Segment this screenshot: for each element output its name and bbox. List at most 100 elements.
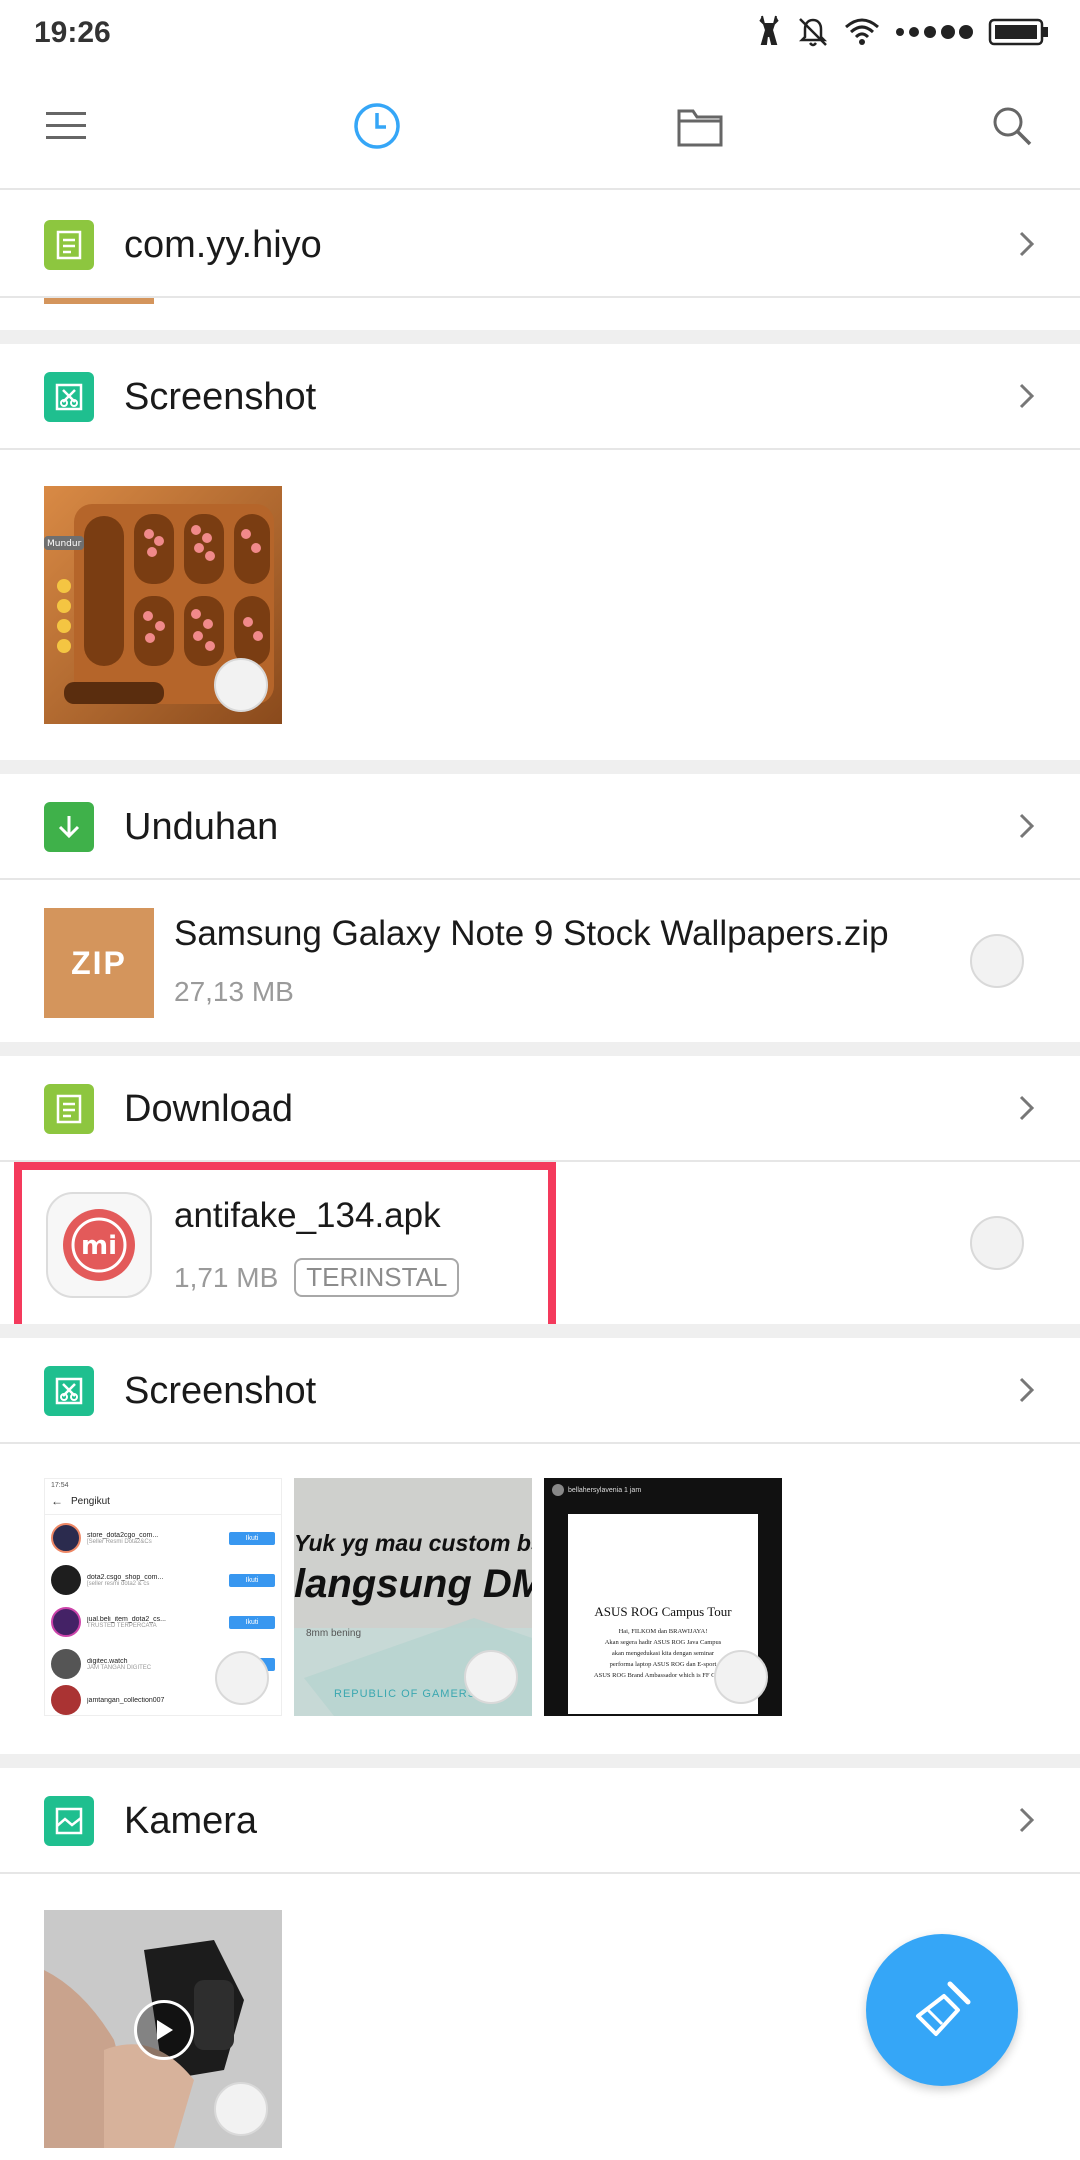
thumb-status-time: 17:54 [51,1482,69,1489]
video-thumbnail[interactable] [44,1910,282,2148]
section-gap [0,1042,1080,1056]
status-time: 19:26 [34,16,111,49]
select-toggle[interactable] [970,934,1024,988]
follow-name: dota2.csgo_shop_com... [87,1573,164,1581]
divider [0,1872,1080,1874]
signal-dots-icon [896,25,973,39]
apk-app-icon: mi [44,1190,154,1300]
search-button[interactable] [980,94,1044,158]
follow-row: store_dota2cgo_com... [Seller Resmi Dota2… [51,1517,275,1559]
section-title: Screenshot [124,1370,317,1412]
file-meta: 1,71 MB TERINSTAL [174,1258,460,1297]
chevron-right-icon [1019,1377,1035,1403]
play-button[interactable] [134,2000,194,2060]
follow-button: Ikuti [229,1615,275,1629]
follow-row: dota2.csgo_shop_com... [seller resmi dota… [51,1559,275,1601]
follow-sub: TRUSTED TERPERCAYA [87,1622,157,1629]
section-header-kamera[interactable]: Kamera [0,1768,1080,1874]
follow-sub: [Seller Resmi Dota2&Cs [87,1538,152,1545]
section-title: Download [124,1088,293,1130]
section-title: Unduhan [124,806,279,848]
follow-button: Ikuti [229,1531,275,1545]
divider [0,448,1080,450]
apk-icon-label: mi [81,1231,117,1261]
search-icon [993,107,1032,146]
select-toggle[interactable] [214,658,268,712]
avatar [51,1685,81,1715]
screenshot-thumbnail[interactable]: Yuk yg mau custom bsa langsung DM 8mm be… [294,1478,532,1716]
chevron-right-icon [1019,383,1035,409]
section-gap [0,760,1080,774]
download-arrow-icon [44,802,94,852]
thumb-title: Pengikut [71,1495,110,1507]
chevron-right-icon [1019,1807,1035,1833]
status-bar: 19:26 [0,0,1080,66]
section-header-com-yy-hiyo[interactable]: com.yy.hiyo [0,192,1080,298]
file-size: 27,13 MB [174,976,294,1007]
section-title: com.yy.hiyo [124,224,322,266]
divider [0,296,1080,298]
select-toggle[interactable] [714,1650,768,1704]
scissors-icon [44,1366,94,1416]
deer-icon [759,15,779,45]
section-header-screenshot-2[interactable]: Screenshot [0,1338,1080,1444]
file-name: antifake_134.apk [174,1196,441,1235]
clean-up-fab[interactable] [866,1934,1018,2086]
section-gap [0,1754,1080,1768]
zip-file-icon: ZIP [44,908,154,1018]
chevron-right-icon [1019,1095,1035,1121]
poster-line: Hai, FILKOM dan BRAWIJAYA! [618,1628,708,1635]
document-icon [44,1084,94,1134]
recent-tab[interactable] [345,94,409,158]
screenshot-thumbnail[interactable]: 17:54 ← Pengikut store_dota2cgo_com... [S… [44,1478,282,1716]
select-toggle[interactable] [214,2082,268,2136]
section-header-download[interactable]: Download [0,1056,1080,1162]
back-arrow-icon: ← [51,1494,63,1508]
avatar [51,1649,81,1679]
status-icons [756,10,1050,54]
section-header-screenshot[interactable]: Screenshot [0,344,1080,450]
section-title: Kamera [124,1800,258,1842]
file-meta: 27,13 MB [174,976,294,1008]
file-name: Samsung Galaxy Note 9 Stock Wallpapers.z… [174,914,889,953]
menu-button[interactable] [34,94,98,158]
clock-icon [354,103,400,149]
story-line-2: langsung DM [294,1562,532,1606]
poster-header: bellahersylavenia 1 jam [568,1486,642,1494]
battery-icon [988,18,1048,46]
divider [0,1442,1080,1444]
wifi-icon [845,18,879,45]
broom-icon [916,1981,971,2036]
folder-tab[interactable] [668,94,732,158]
story-brand: REPUBLIC OF GAMERS [334,1688,477,1700]
follow-sub: [seller resmi dota2 & cs [87,1580,150,1587]
mute-vibrate-icon [798,18,828,47]
installed-badge: TERINSTAL [294,1258,460,1297]
follow-row: jual.beli_item_dota2_cs... TRUSTED TERPER… [51,1601,275,1643]
avatar [552,1484,564,1496]
file-row-apk[interactable]: mi antifake_134.apk 1,71 MB TERINSTAL [0,1164,1080,1324]
image-icon [44,1796,94,1846]
section-title: Screenshot [124,376,317,418]
partial-thumbnail [44,298,154,304]
select-toggle[interactable] [215,1651,269,1705]
file-row-zip[interactable]: ZIP Samsung Galaxy Note 9 Stock Wallpape… [0,882,1080,1042]
chevron-right-icon [1019,813,1035,839]
screenshot-thumbnail[interactable]: bellahersylavenia 1 jam ASUS ROG Campus … [544,1478,782,1716]
select-toggle[interactable] [464,1650,518,1704]
story-line-1: Yuk yg mau custom bsa [294,1530,532,1556]
poster-title: ASUS ROG Campus Tour [594,1604,732,1619]
play-icon [157,2020,173,2040]
avatar [51,1565,81,1595]
select-toggle[interactable] [970,1216,1024,1270]
follow-sub: JAM TANGAN DIGITEC [87,1664,152,1671]
story-small-text: 8mm bening [306,1628,362,1639]
section-gap [0,1324,1080,1338]
follow-name: digitec.watch [87,1657,128,1665]
document-icon [44,220,94,270]
game-label: Mundur [47,539,82,549]
folder-icon [677,109,723,147]
section-header-unduhan[interactable]: Unduhan [0,774,1080,880]
avatar [51,1523,81,1553]
screenshot-thumbnail[interactable]: Mundur [44,486,282,724]
